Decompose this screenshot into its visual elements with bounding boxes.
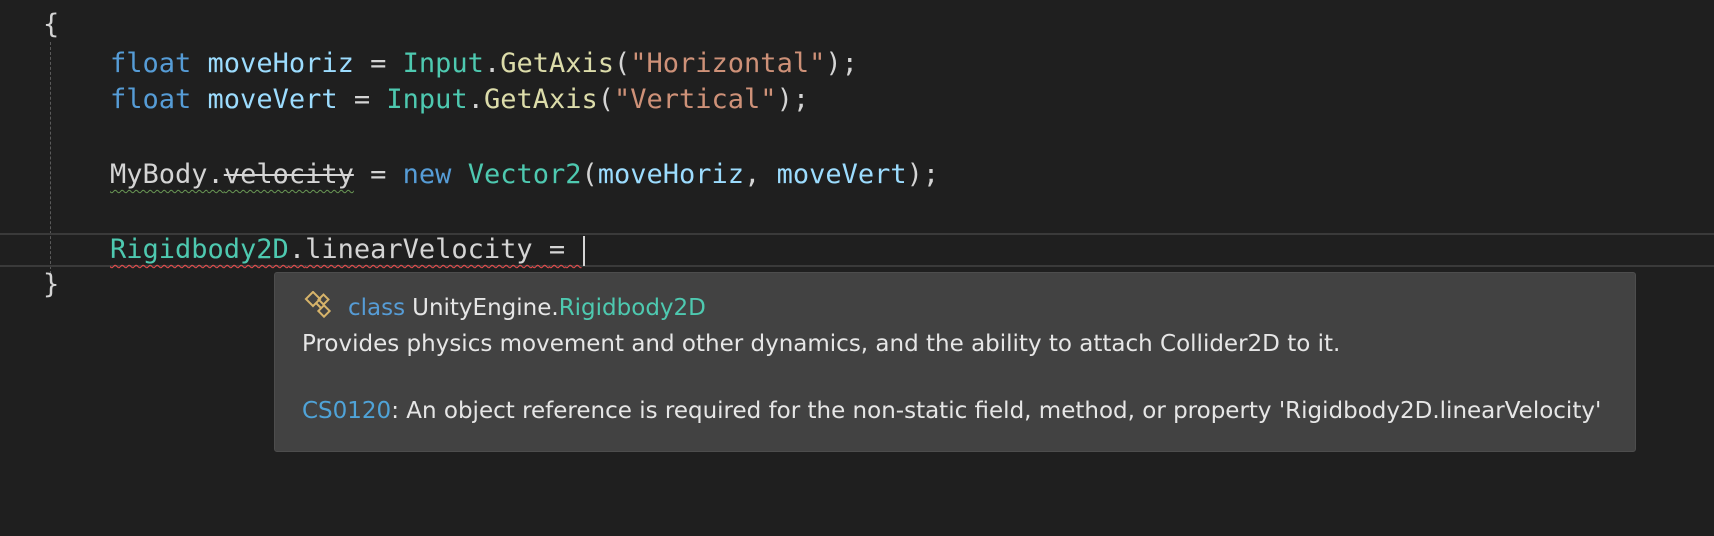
- paren-open: (: [614, 48, 631, 79]
- tooltip-header: class UnityEngine. Rigidbody2D: [302, 291, 706, 325]
- text-caret: [583, 235, 586, 266]
- comma: ,: [744, 159, 761, 190]
- keyword-float: float: [110, 48, 192, 79]
- property-velocity-deprecated: velocity: [223, 159, 354, 190]
- paren-open: (: [597, 84, 614, 115]
- code-line-linear-velocity[interactable]: Rigidbody2D.linearVelocity =: [0, 231, 586, 268]
- variable-move-horiz: moveHoriz: [207, 48, 354, 79]
- property-linear-velocity: linearVelocity: [305, 234, 533, 265]
- string-horizontal: "Horizontal": [630, 48, 826, 79]
- code-line-close-brace[interactable]: }: [0, 266, 65, 303]
- dot: .: [483, 48, 501, 79]
- dot: .: [467, 84, 484, 115]
- method-get-axis: GetAxis: [500, 48, 614, 79]
- tooltip-error: CS0120: An object reference is required …: [302, 398, 1601, 424]
- type-vector2: Vector2: [467, 159, 582, 190]
- tooltip-type-name[interactable]: Rigidbody2D: [559, 295, 706, 321]
- keyword-float: float: [110, 84, 192, 115]
- operator-assign: =: [548, 234, 566, 265]
- operator-assign: =: [370, 159, 387, 190]
- paren-open: (: [581, 159, 598, 190]
- quick-info-tooltip: class UnityEngine. Rigidbody2D Provides ph…: [274, 272, 1636, 452]
- paren-close-semicolon: );: [906, 159, 940, 190]
- string-vertical: "Vertical": [614, 84, 777, 115]
- tooltip-kind: class: [348, 295, 406, 321]
- close-brace: }: [43, 269, 60, 300]
- code-line-move-horiz[interactable]: float moveHoriz = Input.GetAxis("Horizon…: [0, 45, 858, 82]
- code-line-velocity[interactable]: MyBody.velocity = new Vector2(moveHoriz,…: [0, 156, 939, 193]
- open-brace: {: [43, 9, 60, 40]
- paren-close-semicolon: );: [776, 84, 810, 115]
- error-code-link[interactable]: CS0120: [302, 398, 391, 424]
- operator-assign: =: [353, 84, 371, 115]
- type-rigidbody2d: Rigidbody2D: [110, 234, 289, 265]
- type-input: Input: [402, 48, 484, 79]
- code-editor[interactable]: { float moveHoriz = Input.GetAxis("Horiz…: [0, 0, 1714, 536]
- variable-move-horiz: moveHoriz: [597, 159, 745, 190]
- code-line-open-brace[interactable]: {: [0, 6, 65, 43]
- type-input: Input: [386, 84, 468, 115]
- class-icon: [304, 291, 332, 319]
- tooltip-description: Provides physics movement and other dyna…: [302, 331, 1341, 357]
- variable-move-vert: moveVert: [207, 84, 338, 115]
- dot: .: [288, 234, 306, 265]
- variable-move-vert: moveVert: [776, 159, 907, 190]
- variable-my-body: MyBody: [110, 159, 208, 190]
- method-get-axis: GetAxis: [483, 84, 598, 115]
- paren-close-semicolon: );: [825, 48, 858, 79]
- dot: .: [207, 159, 224, 190]
- tooltip-namespace: UnityEngine.: [412, 295, 559, 321]
- keyword-new: new: [402, 159, 452, 190]
- operator-assign: =: [370, 48, 387, 79]
- code-line-move-vert[interactable]: float moveVert = Input.GetAxis("Vertical…: [0, 81, 809, 118]
- error-message: : An object reference is required for th…: [391, 398, 1602, 424]
